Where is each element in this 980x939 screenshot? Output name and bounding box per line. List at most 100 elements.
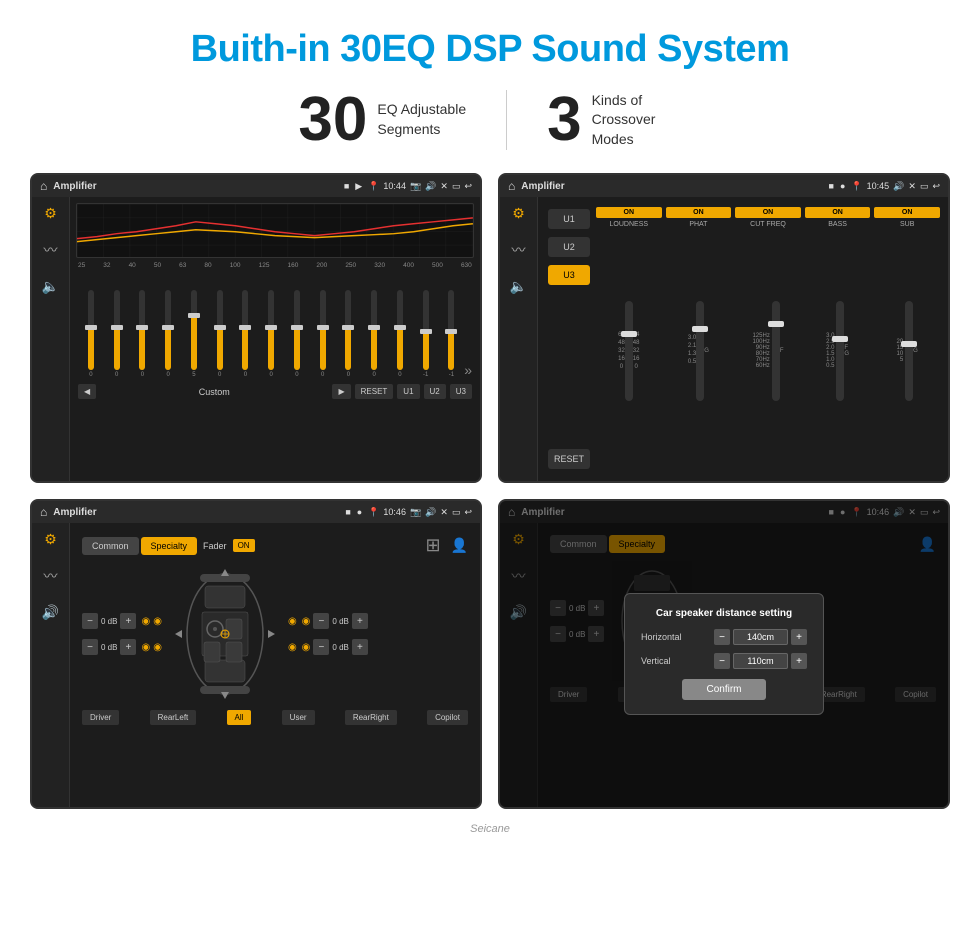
back-icon-2[interactable]: ↩: [932, 181, 940, 192]
vertical-minus-btn[interactable]: −: [714, 653, 730, 669]
play-icon[interactable]: ▶: [355, 181, 362, 192]
speaker-icon-2[interactable]: 🔈: [510, 278, 527, 295]
slider-track-13[interactable]: [397, 290, 403, 370]
u1-btn[interactable]: U1: [397, 384, 419, 399]
next-btn[interactable]: ▶: [332, 384, 350, 399]
preset-u3[interactable]: U3: [548, 265, 590, 285]
slider-track-8[interactable]: [268, 290, 274, 370]
vol-minus-fl[interactable]: −: [82, 613, 98, 629]
wave-icon-2[interactable]: 〰: [512, 240, 526, 260]
slider-track-7[interactable]: [242, 290, 248, 370]
wave-icon-3[interactable]: 〰: [44, 566, 58, 586]
sub-thumb[interactable]: [901, 341, 917, 347]
home-icon-3[interactable]: ⌂: [40, 505, 47, 519]
slider-track-12[interactable]: [371, 290, 377, 370]
cutfreq-thumb[interactable]: [768, 321, 784, 327]
slider-track-2[interactable]: [114, 290, 120, 370]
wave-icon[interactable]: 〰: [44, 240, 58, 260]
bass-slider-area: 3.02.52.01.51.00.5 FG: [826, 231, 849, 471]
slider-val-3: 0: [141, 372, 144, 378]
u2-btn[interactable]: U2: [424, 384, 446, 399]
preset-u2[interactable]: U2: [548, 237, 590, 257]
eq-slider-9: 0: [284, 290, 310, 378]
sub-toggle[interactable]: ON: [874, 207, 940, 218]
reset-btn[interactable]: RESET: [355, 384, 394, 399]
volume-icon-3: 🔊: [425, 507, 436, 518]
slider-track-11[interactable]: [345, 290, 351, 370]
specialty-btn[interactable]: Specialty: [141, 537, 198, 555]
bass-toggle[interactable]: ON: [805, 207, 871, 218]
slider-fill-9: [294, 330, 300, 370]
screen2-time: 10:45: [867, 181, 890, 191]
back-icon-3[interactable]: ↩: [464, 507, 472, 518]
bass-track[interactable]: [836, 301, 844, 401]
u3-btn[interactable]: U3: [450, 384, 472, 399]
slider-fill-3: [139, 330, 145, 370]
sub-track[interactable]: [905, 301, 913, 401]
slider-track-15[interactable]: [448, 290, 454, 370]
copilot-btn[interactable]: Copilot: [427, 710, 468, 725]
speaker-icon[interactable]: 🔈: [42, 278, 59, 295]
slider-track-9[interactable]: [294, 290, 300, 370]
vertical-value[interactable]: 110cm: [733, 653, 788, 669]
slider-val-15: -1: [449, 372, 454, 378]
vol-minus-rl[interactable]: −: [82, 639, 98, 655]
fader-toggle[interactable]: ON: [233, 539, 255, 552]
user-btn[interactable]: User: [282, 710, 315, 725]
cutfreq-track[interactable]: [772, 301, 780, 401]
speaker-icon-3[interactable]: 🔊: [42, 604, 59, 621]
loudness-toggle[interactable]: ON: [596, 207, 662, 218]
phat-track[interactable]: [696, 301, 704, 401]
eq-icon-2[interactable]: ⚙: [512, 205, 525, 222]
vol-minus-rr[interactable]: −: [313, 639, 329, 655]
camera-icon: 📷: [410, 181, 421, 192]
bass-thumb[interactable]: [832, 336, 848, 342]
horizontal-input-group: − 140cm +: [714, 629, 807, 645]
slider-track-5[interactable]: [191, 290, 197, 370]
loudness-thumb[interactable]: [621, 331, 637, 337]
home-icon-2[interactable]: ⌂: [508, 179, 515, 193]
driver-btn[interactable]: Driver: [82, 710, 119, 725]
eq-icon[interactable]: ⚙: [44, 205, 57, 222]
close-icon[interactable]: ✕: [440, 181, 448, 192]
car-diagram: [170, 564, 280, 704]
confirm-button[interactable]: Confirm: [682, 679, 765, 700]
slider-track-1[interactable]: [88, 290, 94, 370]
back-icon[interactable]: ↩: [464, 181, 472, 192]
vertical-plus-btn[interactable]: +: [791, 653, 807, 669]
loudness-track[interactable]: [625, 301, 633, 401]
common-btn[interactable]: Common: [82, 537, 139, 555]
close-icon-3[interactable]: ✕: [440, 507, 448, 518]
eq-stat: 30 EQ AdjustableSegments: [258, 89, 506, 151]
eq-icon-3[interactable]: ⚙: [44, 531, 57, 548]
slider-track-3[interactable]: [139, 290, 145, 370]
slider-track-6[interactable]: [217, 290, 223, 370]
location-icon-3: 📍: [368, 507, 379, 518]
home-icon[interactable]: ⌂: [40, 179, 47, 193]
rearleft-btn[interactable]: RearLeft: [150, 710, 197, 725]
preset-u1[interactable]: U1: [548, 209, 590, 229]
dialog-horizontal-row: Horizontal − 140cm +: [641, 629, 807, 645]
vol-plus-rr[interactable]: +: [352, 639, 368, 655]
slider-fill-6: [217, 330, 223, 370]
vol-plus-rl[interactable]: +: [120, 639, 136, 655]
phat-toggle[interactable]: ON: [666, 207, 732, 218]
expand-icon[interactable]: »: [464, 362, 472, 378]
phat-thumb[interactable]: [692, 326, 708, 332]
vol-plus-fr[interactable]: +: [352, 613, 368, 629]
close-icon-2[interactable]: ✕: [908, 181, 916, 192]
slider-track-10[interactable]: [320, 290, 326, 370]
rearright-btn[interactable]: RearRight: [345, 710, 397, 725]
all-btn[interactable]: All: [227, 710, 252, 725]
horizontal-plus-btn[interactable]: +: [791, 629, 807, 645]
cutfreq-toggle[interactable]: ON: [735, 207, 801, 218]
slider-track-14[interactable]: [423, 290, 429, 370]
prev-btn[interactable]: ◀: [78, 384, 96, 399]
screen3-righticons: 📍 10:46 📷 🔊 ✕ ▭ ↩: [368, 507, 472, 518]
vol-minus-fr[interactable]: −: [313, 613, 329, 629]
slider-track-4[interactable]: [165, 290, 171, 370]
vol-plus-fl[interactable]: +: [120, 613, 136, 629]
reset-btn-2[interactable]: RESET: [548, 449, 590, 469]
horizontal-value[interactable]: 140cm: [733, 629, 788, 645]
horizontal-minus-btn[interactable]: −: [714, 629, 730, 645]
